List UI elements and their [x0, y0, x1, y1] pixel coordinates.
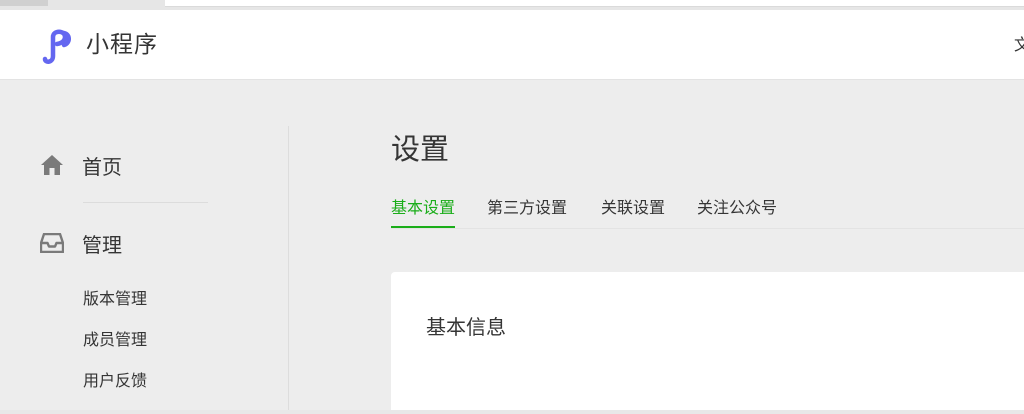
- browser-address-bar[interactable]: [165, 0, 1024, 7]
- tab-basic-settings[interactable]: 基本设置: [391, 198, 456, 228]
- tab-link-settings[interactable]: 关联设置: [601, 198, 665, 226]
- header-doc-link[interactable]: 文: [1014, 35, 1024, 55]
- sidebar-item-label: 管理: [82, 232, 122, 257]
- sidebar-subitem-member-management[interactable]: 成员管理: [83, 330, 147, 350]
- sidebar-separator: [83, 202, 208, 203]
- sidebar-divider: [288, 126, 289, 414]
- inbox-icon: [40, 231, 66, 255]
- sidebar-item-label: 首页: [82, 154, 122, 179]
- sidebar-item-home[interactable]: 首页: [40, 150, 122, 180]
- top-header: 小程序 文: [0, 10, 1024, 80]
- app-title: 小程序: [86, 32, 158, 58]
- settings-tabs: 基本设置 第三方设置 关联设置 关注公众号: [391, 198, 1024, 229]
- tab-follow-official-account[interactable]: 关注公众号: [697, 198, 777, 226]
- browser-tab[interactable]: [0, 0, 48, 6]
- bottom-border: [0, 410, 1024, 414]
- tab-third-party-settings[interactable]: 第三方设置: [487, 198, 567, 226]
- page-title: 设置: [391, 132, 450, 166]
- sidebar-subitem-user-feedback[interactable]: 用户反馈: [83, 371, 147, 391]
- browser-chrome: [0, 0, 1024, 10]
- sidebar-subitem-version-management[interactable]: 版本管理: [83, 289, 147, 309]
- home-icon: [40, 153, 66, 177]
- sidebar-item-manage[interactable]: 管理: [40, 228, 122, 258]
- basic-info-card: 基本信息: [391, 272, 1024, 414]
- miniprogram-logo-icon[interactable]: [40, 28, 76, 64]
- card-title: 基本信息: [426, 315, 506, 339]
